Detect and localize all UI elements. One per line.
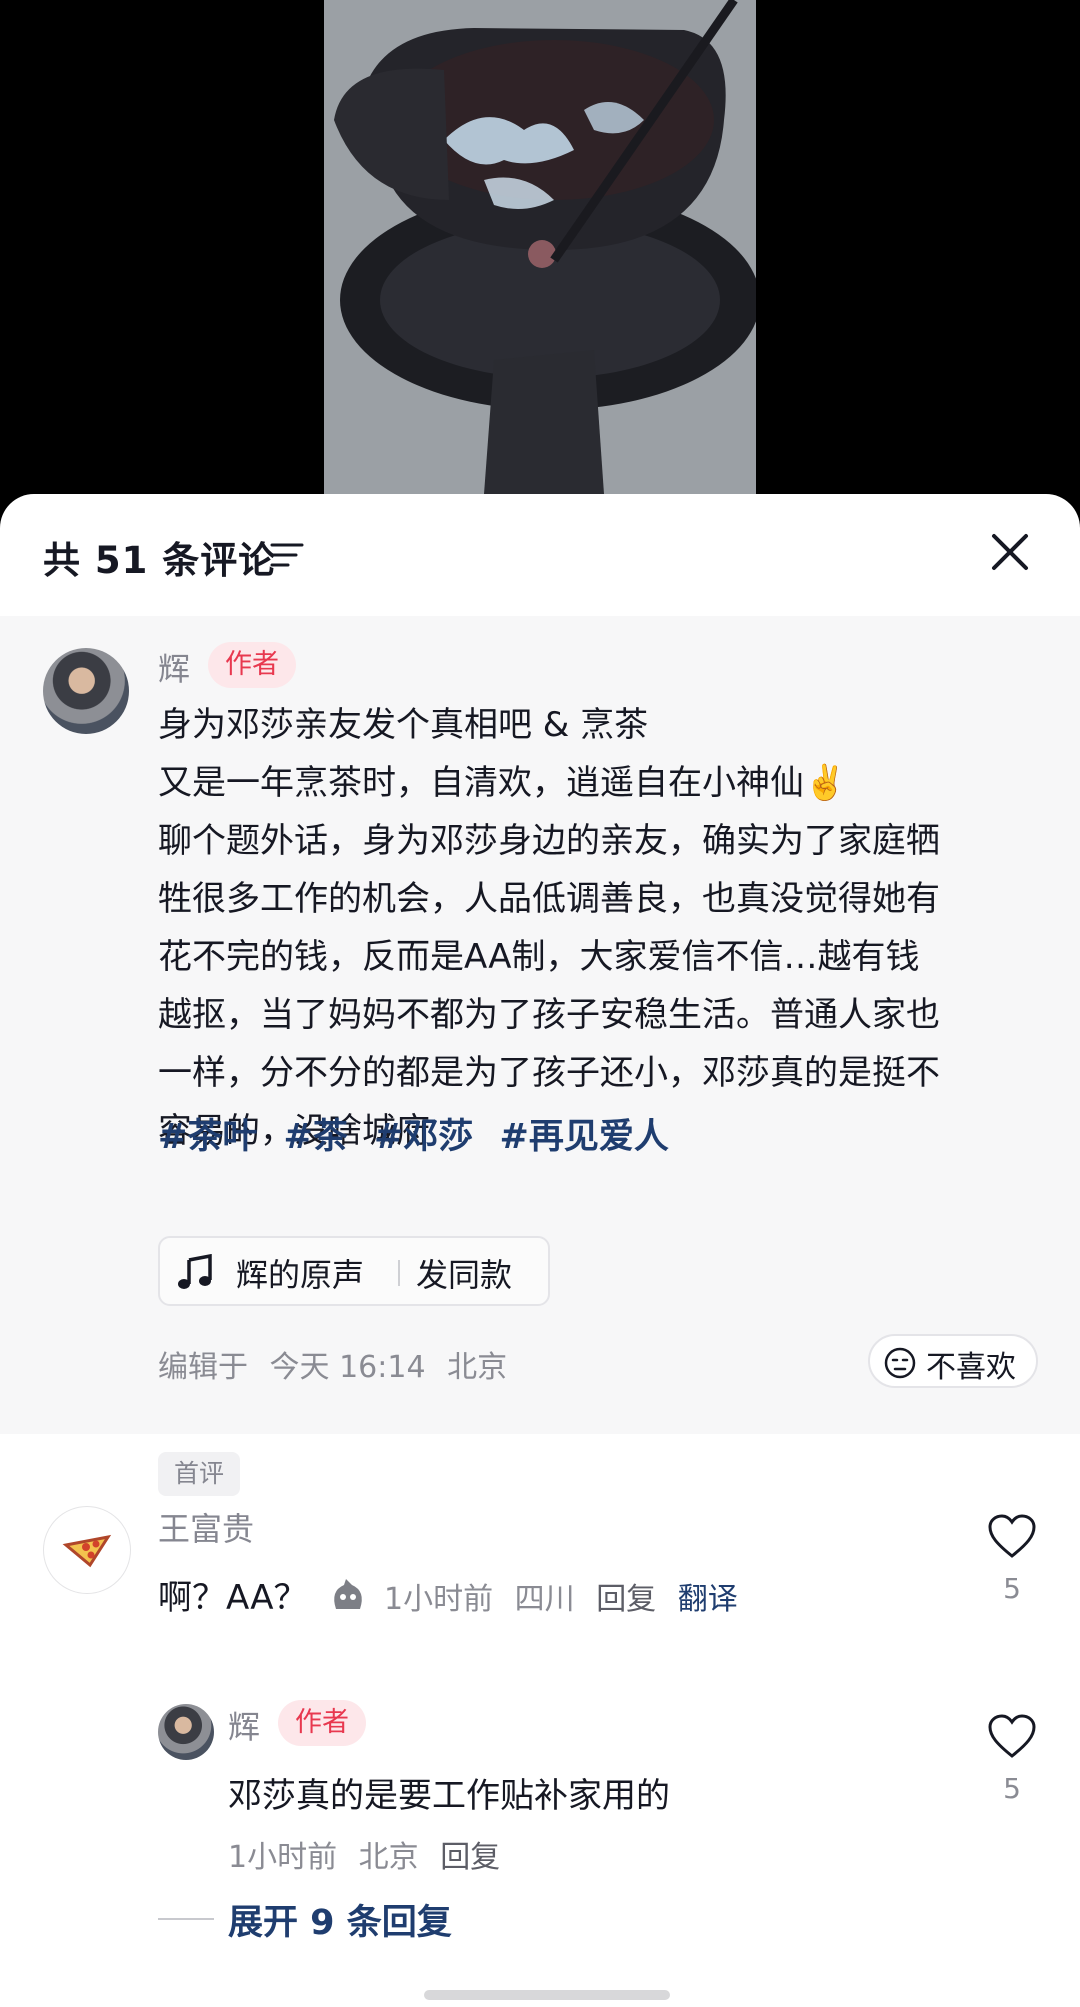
reply-author-name[interactable]: 辉: [228, 1702, 260, 1748]
comment-location: 四川: [514, 1582, 575, 1617]
divider: [398, 1260, 400, 1286]
comment-like-button[interactable]: 5: [984, 1514, 1040, 1605]
reply-time: 1小时前: [228, 1840, 338, 1875]
edited-label: 编辑于: [158, 1350, 248, 1385]
hashtag-link[interactable]: #茶叶: [158, 1117, 257, 1157]
edit-time: 今天 16:14: [269, 1350, 426, 1385]
comment-time: 1小时前: [384, 1582, 494, 1617]
hashtag-list: #茶叶 #茶 #邓莎 #再见爱人: [158, 1108, 683, 1159]
post-line: 聊个题外话，身为邓莎身边的亲友，确实为了家庭牺: [158, 821, 940, 861]
hashtag-link[interactable]: #茶: [284, 1117, 348, 1157]
use-sound-button[interactable]: 发同款: [416, 1250, 512, 1296]
post-line: 又是一年烹茶时，自清欢，逍遥自在小神仙✌️: [158, 763, 847, 803]
home-indicator: [424, 1990, 670, 2000]
translate-button[interactable]: 翻译: [678, 1582, 738, 1617]
hashtag-link[interactable]: #再见爱人: [500, 1117, 669, 1157]
unhappy-face-icon: [884, 1347, 916, 1379]
post-line: 牲很多工作的机会，人品低调善良，也真没觉得她有: [158, 879, 940, 919]
original-sound-pill[interactable]: 辉的原声 发同款: [158, 1236, 550, 1306]
divider: [158, 1918, 214, 1920]
reply-button[interactable]: 回复: [596, 1582, 656, 1617]
commenter-name[interactable]: 王富贵: [158, 1504, 254, 1550]
tea-pot-image: [324, 0, 756, 494]
post-line: 身为邓莎亲友发个真相吧 & 烹茶: [158, 705, 649, 745]
hashtag-link[interactable]: #邓莎: [374, 1117, 473, 1157]
reply-author-avatar[interactable]: [158, 1704, 214, 1760]
pinned-author-post: 辉 作者 身为邓莎亲友发个真相吧 & 烹茶 又是一年烹茶时，自清欢，逍遥自在小神…: [0, 616, 1080, 1434]
post-meta: 编辑于 今天 16:14 北京: [158, 1342, 519, 1386]
post-body: 身为邓莎亲友发个真相吧 & 烹茶 又是一年烹茶时，自清欢，逍遥自在小神仙✌️ 聊…: [158, 696, 1038, 1160]
music-note-icon: [178, 1254, 212, 1289]
sort-filter-icon[interactable]: [270, 540, 304, 570]
like-count: 5: [1003, 1772, 1021, 1805]
post-location: 北京: [447, 1350, 508, 1385]
post-line: 越抠，当了妈妈不都为了孩子安稳生活。普通人家也: [158, 995, 940, 1035]
author-avatar[interactable]: [43, 648, 129, 734]
reply-button[interactable]: 回复: [440, 1840, 500, 1875]
comment-count-title: 共 51 条评论: [43, 539, 277, 582]
comment-body: 啊？AA？: [158, 1578, 308, 1618]
like-count: 5: [1003, 1572, 1021, 1605]
commenter-avatar[interactable]: [43, 1506, 131, 1594]
reply-like-button[interactable]: 5: [984, 1714, 1040, 1805]
sheet-header: 共 51 条评论: [0, 494, 1080, 616]
reply-meta: 1小时前 北京 回复: [228, 1832, 512, 1876]
reply-location: 北京: [358, 1840, 419, 1875]
heart-icon: [988, 1714, 1036, 1758]
sticker-emoji-icon: [334, 1579, 363, 1609]
first-comment-tag: 首评: [158, 1452, 241, 1496]
comment-meta: 1小时前 四川 回复 翻译: [384, 1574, 750, 1618]
dislike-button[interactable]: 不喜欢: [868, 1334, 1038, 1388]
comment-text: 啊？AA？: [158, 1570, 370, 1619]
dislike-label: 不喜欢: [926, 1350, 1016, 1385]
comments-sheet: 共 51 条评论 辉 作者 身为邓莎亲友发个真相吧 & 烹茶 又是一年烹茶时，自…: [0, 494, 1080, 2007]
sound-name[interactable]: 辉的原声: [236, 1250, 364, 1296]
video-preview[interactable]: [324, 0, 756, 494]
close-icon[interactable]: [988, 530, 1032, 574]
expand-replies-label: 展开 9 条回复: [228, 1903, 452, 1943]
post-line: 花不完的钱，反而是AA制，大家爱信不信…越有钱: [158, 937, 920, 977]
post-line: 一样，分不分的都是为了孩子还小，邓莎真的是挺不: [158, 1053, 940, 1093]
author-badge: 作者: [208, 642, 296, 688]
heart-icon: [988, 1514, 1036, 1558]
author-name[interactable]: 辉: [158, 644, 190, 690]
author-badge: 作者: [278, 1700, 366, 1746]
pizza-icon: [62, 1534, 112, 1568]
reply-text: 邓莎真的是要工作贴补家用的: [228, 1776, 670, 1816]
